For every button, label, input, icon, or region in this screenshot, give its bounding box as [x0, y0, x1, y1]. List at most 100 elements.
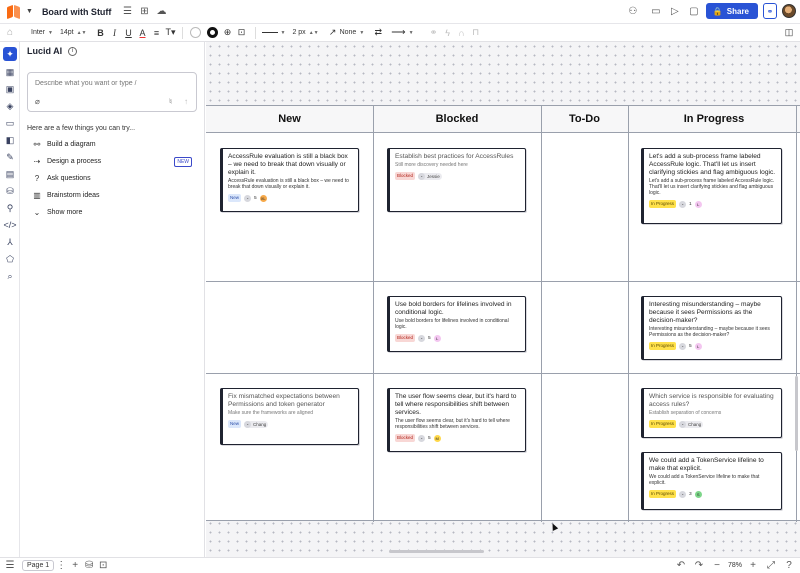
font-size-select[interactable]: 14pt ▲▼ [60, 29, 87, 36]
shape-library-icon[interactable]: ⬠ [4, 253, 16, 265]
shapes-icon[interactable]: ◈ [4, 100, 16, 112]
column-header-blocked[interactable]: Blocked [373, 106, 541, 133]
menu-icon[interactable]: ☰ [120, 5, 134, 19]
arrow-start-select[interactable]: None ▼ [340, 29, 365, 36]
lucid-logo-icon[interactable] [7, 4, 21, 19]
kanban-board[interactable]: New Blocked To-Do In Progress AccessRule… [206, 105, 800, 522]
card[interactable]: We could add a TokenService lifeline to … [641, 452, 782, 510]
page-options-icon[interactable]: ⋮ [54, 559, 68, 573]
present-icon[interactable]: ▷ [668, 4, 682, 18]
line-color-icon[interactable] [206, 27, 218, 38]
assignee-icon: ◔ [679, 490, 687, 498]
image-fill-icon[interactable]: ⊡ [235, 27, 249, 38]
card-meta: New ◔ 5 XL [228, 194, 353, 202]
horizontal-scrollbar[interactable] [389, 550, 484, 553]
undo-icon[interactable]: ↶ [674, 559, 688, 573]
page-tab[interactable]: Page 1 [22, 560, 55, 571]
add-page-icon[interactable]: + [68, 559, 82, 573]
format-painter-icon[interactable]: ⌂ [3, 26, 17, 40]
fill-color-icon[interactable] [189, 27, 201, 38]
code-icon[interactable]: </> [4, 219, 17, 231]
frame-icon[interactable]: ▭ [4, 117, 16, 129]
plugin-icon[interactable]: ⚲ [4, 202, 16, 214]
arrow-end-select[interactable]: ⟶ ▼ [391, 27, 413, 38]
assignee-icon: ◔ [244, 420, 252, 428]
card-title: AccessRule evaluation is still a black b… [228, 153, 348, 176]
document-title[interactable]: Board with Stuff [42, 7, 112, 17]
card[interactable]: Establish best practices for AccessRules… [387, 148, 526, 212]
column-header-new[interactable]: New [206, 106, 373, 133]
templates-icon[interactable]: ▦ [4, 66, 16, 78]
show-more-toggle[interactable]: ⌄ Show more [32, 208, 192, 217]
board-settings-icon[interactable]: ⊡ [96, 559, 110, 573]
pen-icon[interactable]: ✎ [4, 151, 16, 163]
database-icon[interactable]: ⛁ [4, 185, 16, 197]
action-icon[interactable]: ϟ [441, 28, 455, 38]
comment-icon[interactable]: ▭ [649, 4, 663, 18]
ai-sparkle-icon[interactable]: ✦ [3, 47, 17, 61]
line-shape-icon[interactable]: ↗ [326, 27, 340, 38]
zoom-out-icon[interactable]: − [710, 559, 724, 573]
column-header-in-progress[interactable]: In Progress [628, 106, 800, 133]
gift-icon[interactable]: ⊞ [137, 5, 151, 19]
fit-to-screen-icon[interactable]: ⤢ [764, 559, 778, 573]
card[interactable]: Interesting misunderstanding – maybe bec… [641, 296, 782, 360]
align-icon[interactable]: ≡ [150, 28, 164, 38]
layers-icon[interactable]: ⛁ [82, 559, 96, 573]
lock-shape-icon[interactable]: ⊓ [469, 27, 483, 38]
suggestion-build-diagram[interactable]: ⚯ Build a diagram [32, 140, 192, 149]
suggestion-brainstorm[interactable]: ▥ Brainstorm ideas [32, 191, 192, 200]
share-button[interactable]: 🔒 Share [705, 3, 758, 19]
suggestion-design-process[interactable]: ⇢ Design a process NEW [32, 156, 192, 167]
panel-toggle-icon[interactable]: ◫ [782, 27, 796, 38]
cloud-saved-icon[interactable]: ☁ [154, 5, 168, 19]
bold-icon[interactable]: B [94, 28, 108, 38]
assignee-name: Chang [688, 421, 702, 427]
zoom-in-icon[interactable]: + [746, 559, 760, 573]
info-icon[interactable]: i [68, 46, 78, 56]
italic-icon[interactable]: I [108, 28, 122, 38]
board-canvas[interactable]: New Blocked To-Do In Progress AccessRule… [206, 42, 800, 557]
container-icon[interactable]: ∩ [455, 28, 469, 38]
card[interactable]: Fix mismatched expectations between Perm… [220, 388, 359, 445]
app-menu-chevron-icon[interactable]: ▼ [26, 8, 33, 15]
send-arrow-icon[interactable]: ↑ [184, 97, 188, 106]
link-shape-icon[interactable]: ⚭ [427, 27, 441, 38]
integrations-icon[interactable]: ⅄ [4, 236, 16, 248]
estimate: 5 [254, 195, 257, 201]
collaborators-icon[interactable]: ⚇ [626, 4, 640, 18]
help-icon[interactable]: ? [782, 559, 796, 573]
line-width-select[interactable]: 2 px ▲▼ [292, 29, 318, 36]
swap-arrows-icon[interactable]: ⇄ [371, 27, 385, 38]
card[interactable]: The user flow seems clear, but it's hard… [387, 388, 526, 452]
ai-prompt-box[interactable]: ⌀ ♮ ↑ [27, 72, 197, 112]
column-divider [796, 106, 797, 522]
card[interactable]: AccessRule evaluation is still a black b… [220, 148, 359, 212]
image-icon[interactable]: ▣ [4, 83, 16, 95]
card[interactable]: Use bold borders for lifelines involved … [387, 296, 526, 352]
sticky-note-icon[interactable]: ◧ [4, 134, 16, 146]
suggestion-ask-questions[interactable]: ? Ask questions [32, 174, 192, 183]
table-icon[interactable]: ▤ [4, 168, 16, 180]
card[interactable]: Which service is responsible for evaluat… [641, 388, 782, 438]
search-shapes-icon[interactable]: ⌕ [4, 270, 16, 282]
line-style-select[interactable]: ▼ [261, 30, 285, 36]
font-family-select[interactable]: Inter ▼ [31, 29, 53, 36]
text-options-icon[interactable]: T▾ [164, 27, 178, 38]
underline-icon[interactable]: U [122, 28, 136, 38]
column-header-todo[interactable]: To-Do [541, 106, 628, 133]
shape-options-icon[interactable]: ⊕ [221, 27, 235, 38]
vertical-scrollbar[interactable] [795, 376, 798, 451]
page-list-icon[interactable]: ☰ [3, 559, 17, 573]
text-color-icon[interactable]: A [136, 28, 150, 38]
video-icon[interactable]: ▢ [687, 4, 701, 18]
attach-icon[interactable]: ⌀ [35, 97, 40, 106]
copy-link-button[interactable]: ⚭ [763, 3, 777, 19]
redo-icon[interactable]: ↷ [692, 559, 706, 573]
card[interactable]: Let's add a sub-process frame labeled Ac… [641, 148, 782, 224]
user-avatar[interactable] [782, 4, 796, 18]
microphone-icon[interactable]: ♮ [169, 97, 172, 106]
ai-prompt-input[interactable] [35, 80, 185, 87]
card-title: We could add a TokenService lifeline to … [649, 457, 764, 472]
zoom-level[interactable]: 78% [728, 562, 742, 569]
